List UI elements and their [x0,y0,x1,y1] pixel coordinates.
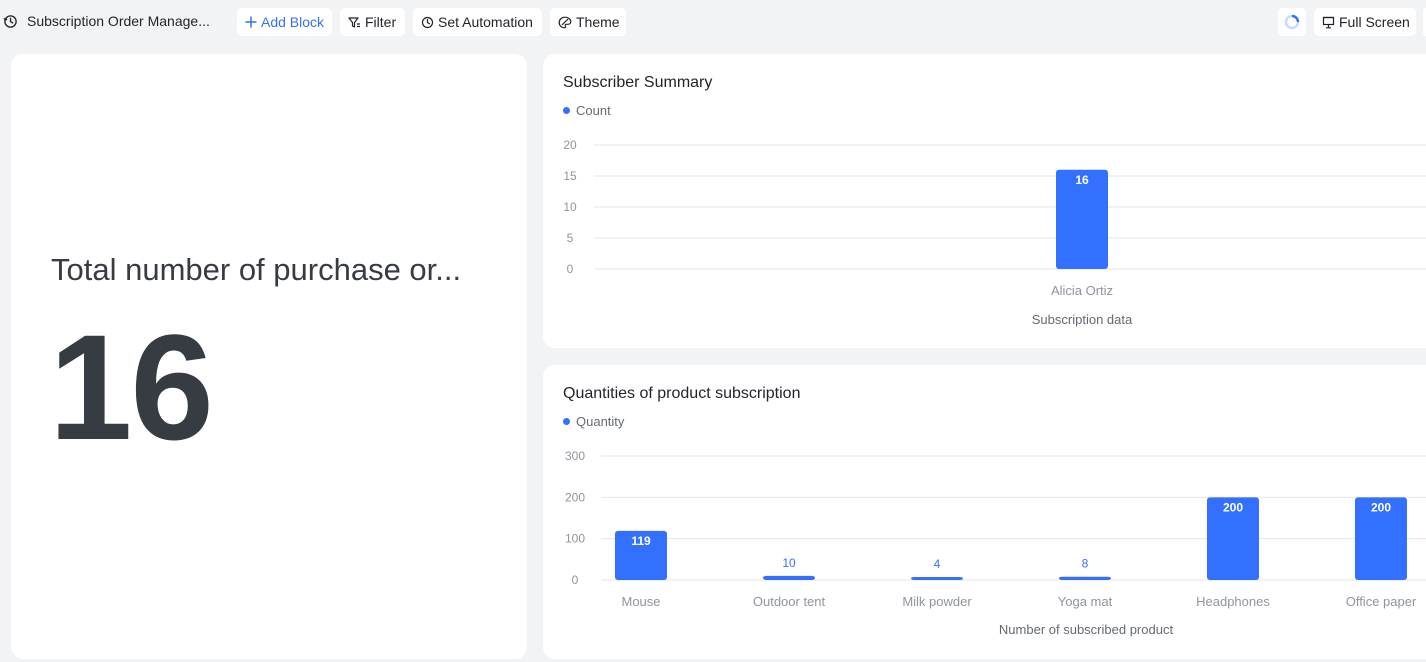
x-tick-label: Outdoor tent [753,594,826,609]
data-label: 16 [1075,173,1089,187]
set-automation-label: Set Automation [438,14,533,30]
x-tick-label: Headphones [1196,594,1270,609]
palette-icon [558,16,572,28]
theme-label: Theme [576,14,620,30]
y-tick-label: 300 [565,449,585,463]
data-label: 8 [1082,557,1089,571]
history-icon[interactable] [3,14,18,29]
filter-icon [348,16,360,28]
x-tick-label: Alicia Ortiz [1051,283,1113,298]
filter-label: Filter [365,14,397,30]
x-tick-label: Yoga mat [1058,594,1113,609]
full-screen-label: Full Screen [1339,14,1410,30]
data-label: 200 [1223,500,1243,514]
filter-button[interactable]: Filter [340,8,405,36]
presentation-icon [1322,16,1335,28]
metric-card[interactable]: Total number of purchase or... 16 [11,54,527,659]
bar [763,575,815,580]
y-tick-label: 5 [567,231,574,245]
loading-spinner-icon [1284,14,1300,30]
x-axis-title: Subscription data [1032,312,1133,327]
product-quantities-chart: 0 100 200 300 119 Mouse 10 Outdoor tent 4 Milk po… [565,449,1426,637]
toolbar: Subscription Order Manage... Add Block F… [0,0,1426,44]
sync-status-button[interactable] [1278,8,1306,36]
y-tick-label: 10 [563,200,577,214]
bar [911,577,963,580]
document-title[interactable]: Subscription Order Manage... [27,13,210,29]
data-label: 4 [934,557,941,571]
x-axis-title: Number of subscribed product [999,622,1174,637]
y-tick-label: 200 [565,490,585,504]
plus-icon [245,16,257,28]
data-label: 10 [782,556,796,570]
product-quantities-chart-card[interactable]: Quantities of product subscription Quant… [543,365,1426,659]
data-label: 119 [631,534,651,548]
full-screen-button[interactable]: Full Screen [1314,8,1416,36]
set-automation-button[interactable]: Set Automation [413,8,542,36]
y-tick-label: 0 [567,262,574,276]
automation-icon [421,16,434,28]
theme-button[interactable]: Theme [550,8,626,36]
subscriber-summary-chart: 0 5 10 15 20 16 Alicia Ortiz Subscription data [563,138,1426,327]
x-tick-label: Milk powder [902,594,972,609]
metric-value: 16 [49,303,214,471]
data-label: 200 [1371,500,1391,514]
x-tick-label: Mouse [621,594,660,609]
y-tick-label: 0 [572,573,579,587]
subscriber-summary-chart-card[interactable]: Subscriber Summary Count 0 5 10 15 20 16 Alici… [543,54,1426,348]
y-tick-label: 15 [563,169,577,183]
y-tick-label: 20 [563,138,577,152]
add-block-button[interactable]: Add Block [237,8,332,36]
x-tick-label: Office paper [1346,594,1417,609]
y-tick-label: 100 [565,532,585,546]
bar [1059,576,1111,580]
metric-title: Total number of purchase or... [51,252,462,287]
add-block-label: Add Block [261,14,325,30]
